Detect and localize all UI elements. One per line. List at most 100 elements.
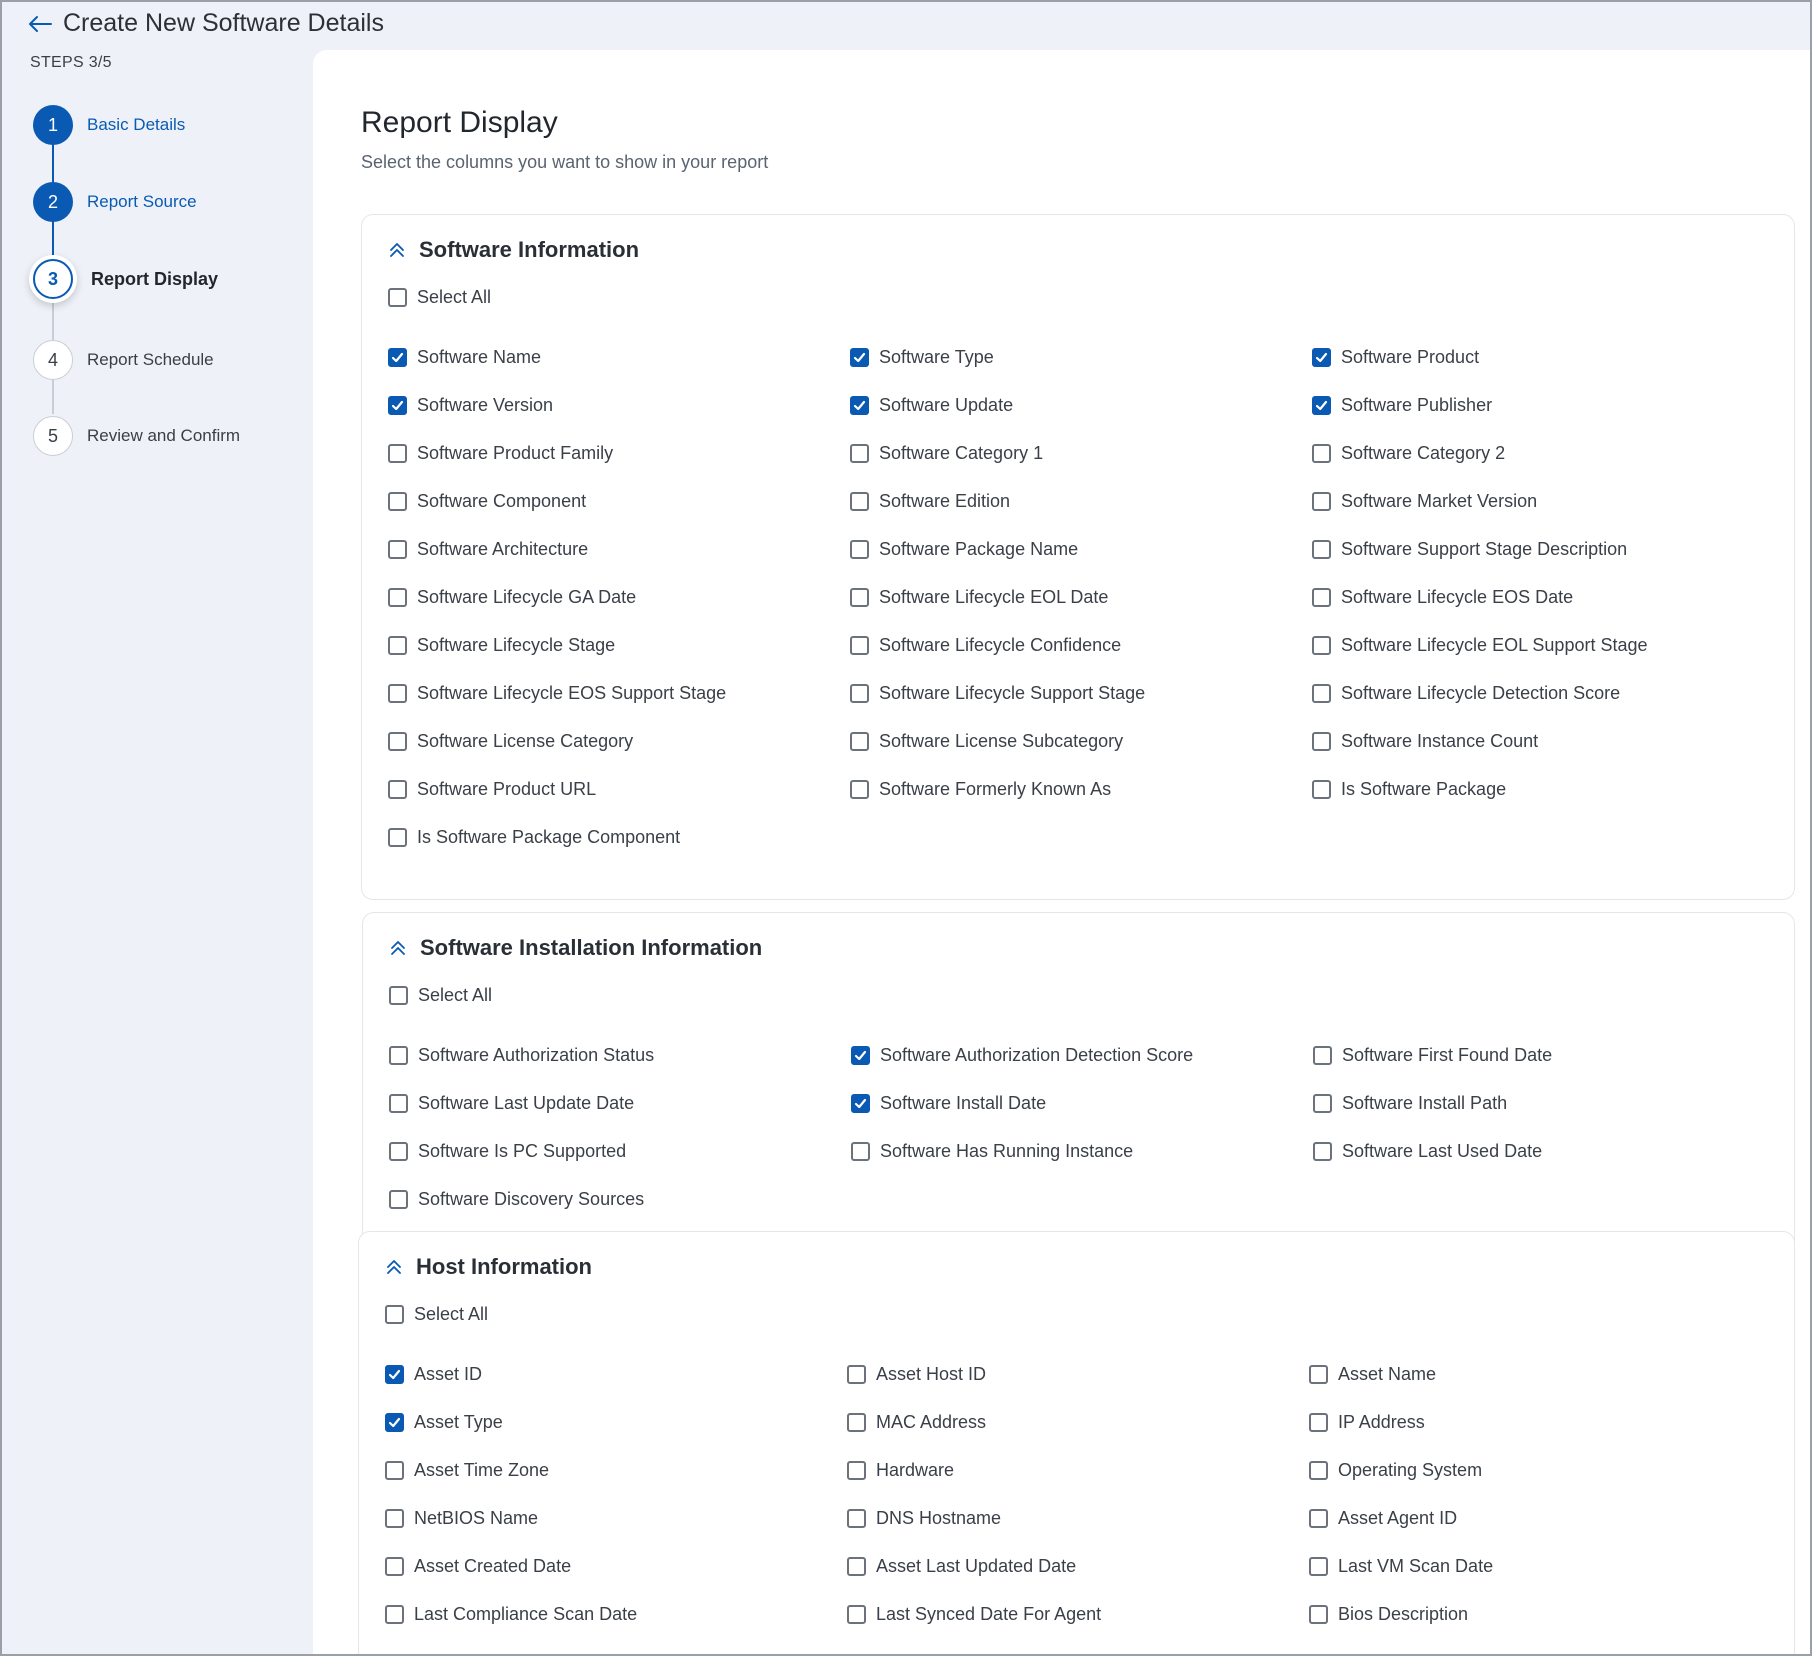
checkbox-box[interactable] bbox=[850, 396, 869, 415]
checkbox-box[interactable] bbox=[1309, 1413, 1328, 1432]
step-report-display[interactable]: 3 Report Display bbox=[33, 259, 218, 299]
checkbox-ip-address[interactable]: IP Address bbox=[1309, 1412, 1425, 1433]
checkbox-box[interactable] bbox=[385, 1305, 404, 1324]
step-review-and-confirm[interactable]: 5 Review and Confirm bbox=[33, 416, 240, 456]
checkbox-software-lifecycle-eos-date[interactable]: Software Lifecycle EOS Date bbox=[1312, 587, 1573, 608]
checkbox-software-version[interactable]: Software Version bbox=[388, 395, 553, 416]
checkbox-is-software-package-component[interactable]: Is Software Package Component bbox=[388, 827, 680, 848]
checkbox-asset-id[interactable]: Asset ID bbox=[385, 1364, 482, 1385]
checkbox-software-install-date[interactable]: Software Install Date bbox=[851, 1093, 1046, 1114]
checkbox-software-formerly-known-as[interactable]: Software Formerly Known As bbox=[850, 779, 1111, 800]
checkbox-box[interactable] bbox=[850, 444, 869, 463]
checkbox-box[interactable] bbox=[385, 1557, 404, 1576]
checkbox-software-first-found-date[interactable]: Software First Found Date bbox=[1313, 1045, 1552, 1066]
checkbox-box[interactable] bbox=[388, 588, 407, 607]
checkbox-box[interactable] bbox=[1312, 780, 1331, 799]
checkbox-software-discovery-sources[interactable]: Software Discovery Sources bbox=[389, 1189, 644, 1210]
checkbox-software-lifecycle-eol-support-stage[interactable]: Software Lifecycle EOL Support Stage bbox=[1312, 635, 1648, 656]
section-collapse-toggle[interactable]: Host Information bbox=[385, 1254, 592, 1280]
checkbox-last-vm-scan-date[interactable]: Last VM Scan Date bbox=[1309, 1556, 1493, 1577]
checkbox-box[interactable] bbox=[851, 1094, 870, 1113]
checkbox-box[interactable] bbox=[1312, 540, 1331, 559]
checkbox-software-market-version[interactable]: Software Market Version bbox=[1312, 491, 1537, 512]
checkbox-box[interactable] bbox=[847, 1413, 866, 1432]
checkbox-software-package-name[interactable]: Software Package Name bbox=[850, 539, 1078, 560]
checkbox-box[interactable] bbox=[1313, 1046, 1332, 1065]
checkbox-software-category-1[interactable]: Software Category 1 bbox=[850, 443, 1043, 464]
checkbox-box[interactable] bbox=[385, 1461, 404, 1480]
checkbox-box[interactable] bbox=[1309, 1365, 1328, 1384]
checkbox-box[interactable] bbox=[388, 828, 407, 847]
checkbox-box[interactable] bbox=[388, 396, 407, 415]
checkbox-software-lifecycle-stage[interactable]: Software Lifecycle Stage bbox=[388, 635, 615, 656]
checkbox-software-lifecycle-eos-support-stage[interactable]: Software Lifecycle EOS Support Stage bbox=[388, 683, 726, 704]
select-all-checkbox[interactable]: Select All bbox=[388, 287, 491, 308]
checkbox-box[interactable] bbox=[1312, 348, 1331, 367]
checkbox-software-license-subcategory[interactable]: Software License Subcategory bbox=[850, 731, 1123, 752]
step-report-source[interactable]: 2 Report Source bbox=[33, 182, 197, 222]
checkbox-software-edition[interactable]: Software Edition bbox=[850, 491, 1010, 512]
checkbox-software-architecture[interactable]: Software Architecture bbox=[388, 539, 588, 560]
checkbox-box[interactable] bbox=[851, 1046, 870, 1065]
checkbox-software-product-family[interactable]: Software Product Family bbox=[388, 443, 613, 464]
checkbox-box[interactable] bbox=[1312, 636, 1331, 655]
checkbox-software-lifecycle-confidence[interactable]: Software Lifecycle Confidence bbox=[850, 635, 1121, 656]
checkbox-box[interactable] bbox=[389, 1142, 408, 1161]
checkbox-software-authorization-status[interactable]: Software Authorization Status bbox=[389, 1045, 654, 1066]
checkbox-box[interactable] bbox=[847, 1365, 866, 1384]
step-basic-details[interactable]: 1 Basic Details bbox=[33, 105, 185, 145]
checkbox-asset-type[interactable]: Asset Type bbox=[385, 1412, 503, 1433]
checkbox-software-name[interactable]: Software Name bbox=[388, 347, 541, 368]
checkbox-box[interactable] bbox=[1309, 1509, 1328, 1528]
checkbox-software-lifecycle-support-stage[interactable]: Software Lifecycle Support Stage bbox=[850, 683, 1145, 704]
checkbox-hardware[interactable]: Hardware bbox=[847, 1460, 954, 1481]
checkbox-box[interactable] bbox=[388, 636, 407, 655]
section-collapse-toggle[interactable]: Software Information bbox=[388, 237, 639, 263]
checkbox-asset-last-updated-date[interactable]: Asset Last Updated Date bbox=[847, 1556, 1076, 1577]
checkbox-box[interactable] bbox=[385, 1365, 404, 1384]
back-button[interactable] bbox=[27, 11, 53, 37]
checkbox-software-instance-count[interactable]: Software Instance Count bbox=[1312, 731, 1538, 752]
checkbox-box[interactable] bbox=[847, 1509, 866, 1528]
checkbox-software-has-running-instance[interactable]: Software Has Running Instance bbox=[851, 1141, 1133, 1162]
checkbox-software-support-stage-description[interactable]: Software Support Stage Description bbox=[1312, 539, 1627, 560]
checkbox-software-lifecycle-eol-date[interactable]: Software Lifecycle EOL Date bbox=[850, 587, 1108, 608]
checkbox-box[interactable] bbox=[388, 540, 407, 559]
checkbox-box[interactable] bbox=[1312, 396, 1331, 415]
checkbox-box[interactable] bbox=[389, 1046, 408, 1065]
checkbox-operating-system[interactable]: Operating System bbox=[1309, 1460, 1482, 1481]
section-collapse-toggle[interactable]: Software Installation Information bbox=[389, 935, 762, 961]
checkbox-box[interactable] bbox=[1312, 588, 1331, 607]
checkbox-box[interactable] bbox=[385, 1605, 404, 1624]
checkbox-box[interactable] bbox=[385, 1509, 404, 1528]
checkbox-asset-host-id[interactable]: Asset Host ID bbox=[847, 1364, 986, 1385]
checkbox-box[interactable] bbox=[1309, 1557, 1328, 1576]
checkbox-box[interactable] bbox=[389, 1190, 408, 1209]
checkbox-box[interactable] bbox=[850, 588, 869, 607]
select-all-checkbox[interactable]: Select All bbox=[385, 1304, 488, 1325]
checkbox-box[interactable] bbox=[850, 348, 869, 367]
checkbox-box[interactable] bbox=[388, 684, 407, 703]
checkbox-software-lifecycle-ga-date[interactable]: Software Lifecycle GA Date bbox=[388, 587, 636, 608]
checkbox-asset-created-date[interactable]: Asset Created Date bbox=[385, 1556, 571, 1577]
checkbox-box[interactable] bbox=[1313, 1142, 1332, 1161]
checkbox-software-last-used-date[interactable]: Software Last Used Date bbox=[1313, 1141, 1542, 1162]
checkbox-software-publisher[interactable]: Software Publisher bbox=[1312, 395, 1492, 416]
checkbox-software-lifecycle-detection-score[interactable]: Software Lifecycle Detection Score bbox=[1312, 683, 1620, 704]
checkbox-bios-description[interactable]: Bios Description bbox=[1309, 1604, 1468, 1625]
checkbox-box[interactable] bbox=[850, 732, 869, 751]
checkbox-asset-time-zone[interactable]: Asset Time Zone bbox=[385, 1460, 549, 1481]
checkbox-software-install-path[interactable]: Software Install Path bbox=[1313, 1093, 1507, 1114]
checkbox-box[interactable] bbox=[851, 1142, 870, 1161]
checkbox-box[interactable] bbox=[385, 1413, 404, 1432]
checkbox-box[interactable] bbox=[1309, 1461, 1328, 1480]
checkbox-box[interactable] bbox=[1309, 1605, 1328, 1624]
checkbox-mac-address[interactable]: MAC Address bbox=[847, 1412, 986, 1433]
checkbox-box[interactable] bbox=[850, 540, 869, 559]
checkbox-box[interactable] bbox=[850, 780, 869, 799]
checkbox-software-category-2[interactable]: Software Category 2 bbox=[1312, 443, 1505, 464]
select-all-checkbox[interactable]: Select All bbox=[389, 985, 492, 1006]
checkbox-box[interactable] bbox=[847, 1557, 866, 1576]
checkbox-box[interactable] bbox=[850, 492, 869, 511]
checkbox-box[interactable] bbox=[389, 1094, 408, 1113]
